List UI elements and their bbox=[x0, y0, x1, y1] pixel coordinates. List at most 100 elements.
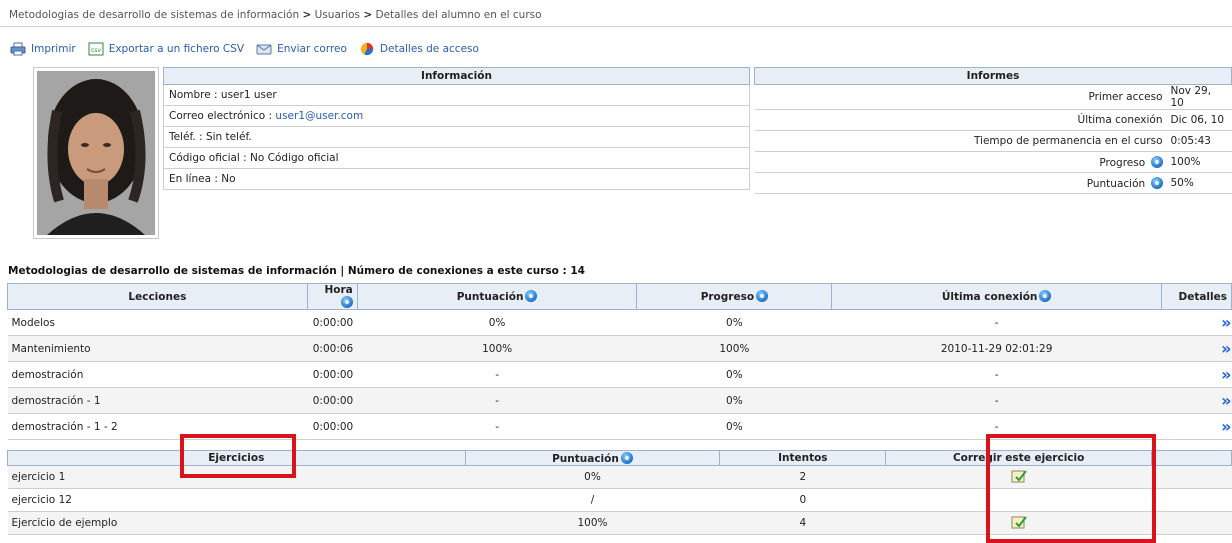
print-button[interactable]: Imprimir bbox=[10, 42, 76, 56]
printer-icon bbox=[10, 42, 26, 56]
report-label: Última conexión bbox=[754, 109, 1167, 131]
exercise-score: / bbox=[465, 488, 720, 512]
lesson-time: 0:00:06 bbox=[307, 335, 358, 362]
report-label: Tiempo de permanencia en el curso bbox=[754, 130, 1167, 152]
col-header-attempts: Intentos bbox=[719, 450, 887, 466]
col-header-label: Puntuación bbox=[552, 452, 619, 465]
info-official-code: Código oficial : No Código oficial bbox=[163, 147, 750, 169]
course-connections-title: Metodologias de desarrollo de sistemas d… bbox=[8, 265, 585, 277]
lesson-time: 0:00:00 bbox=[307, 309, 358, 336]
lesson-name: demostración bbox=[7, 361, 308, 388]
col-header-time: Hora bbox=[306, 283, 358, 310]
pie-chart-icon bbox=[360, 42, 374, 56]
empty-cell bbox=[1151, 511, 1232, 535]
table-row: demostración - 1 0:00:00 - 0% - » bbox=[7, 387, 1232, 414]
lesson-score: 0% bbox=[357, 309, 637, 336]
table-row: Modelos 0:00:00 0% 0% - » bbox=[7, 309, 1232, 336]
lesson-progress: 0% bbox=[636, 361, 832, 388]
exercise-score: 0% bbox=[465, 465, 720, 489]
lessons-table: Lecciones Hora Puntuación Progreso Últim… bbox=[7, 283, 1232, 440]
chevron-double-right-icon[interactable]: » bbox=[1221, 417, 1232, 436]
reports-table: Informes Primer acceso Nov 29, 10 Última… bbox=[754, 67, 1232, 194]
chevron-double-right-icon[interactable]: » bbox=[1221, 365, 1232, 384]
col-header-label: Hora bbox=[324, 284, 353, 296]
info-icon[interactable] bbox=[340, 296, 353, 308]
lesson-details-button[interactable]: » bbox=[1161, 309, 1232, 336]
info-icon[interactable] bbox=[525, 290, 538, 302]
info-icon[interactable] bbox=[620, 451, 633, 464]
exercise-attempts: 0 bbox=[719, 488, 886, 512]
col-header-label: Última conexión bbox=[941, 291, 1038, 303]
info-email-link[interactable]: user1@user.com bbox=[275, 110, 363, 122]
info-icon[interactable] bbox=[1150, 176, 1163, 189]
export-csv-label[interactable]: Exportar a un fichero CSV bbox=[109, 43, 244, 55]
report-label: Puntuación bbox=[1086, 177, 1146, 190]
empty-cell bbox=[1151, 465, 1232, 489]
lesson-name: Modelos bbox=[7, 309, 308, 336]
empty-cell bbox=[1151, 488, 1232, 512]
csv-icon: csv bbox=[88, 42, 104, 56]
divider bbox=[0, 26, 1232, 27]
breadcrumb-separator: > bbox=[363, 9, 373, 21]
lesson-last-connection: 2010-11-29 02:01:29 bbox=[831, 335, 1162, 362]
highlight-box-correct bbox=[986, 434, 1156, 543]
exercise-name: Ejercicio de ejemplo bbox=[7, 511, 466, 535]
breadcrumb-separator: > bbox=[302, 9, 312, 21]
chevron-double-right-icon[interactable]: » bbox=[1221, 339, 1232, 358]
send-email-button[interactable]: Enviar correo bbox=[256, 42, 347, 56]
breadcrumb: Metodologias de desarrollo de sistemas d… bbox=[9, 9, 542, 21]
export-csv-button[interactable]: csv Exportar a un fichero CSV bbox=[88, 42, 244, 56]
lesson-last-connection: - bbox=[831, 309, 1162, 336]
report-label: Progreso bbox=[1099, 156, 1146, 169]
report-label: Primer acceso bbox=[754, 84, 1167, 110]
report-score-cell: Puntuación bbox=[754, 172, 1167, 194]
lesson-time: 0:00:00 bbox=[307, 413, 358, 440]
table-row: demostración 0:00:00 - 0% - » bbox=[7, 361, 1232, 388]
col-header-ex-score: Puntuación bbox=[464, 450, 721, 466]
lesson-details-button[interactable]: » bbox=[1161, 387, 1232, 414]
info-phone: Teléf. : Sin teléf. bbox=[163, 126, 750, 148]
access-details-label[interactable]: Detalles de acceso bbox=[380, 43, 479, 55]
toolbar: Imprimir csv Exportar a un fichero CSV E… bbox=[10, 40, 485, 58]
lesson-name: demostración - 1 bbox=[7, 387, 308, 414]
info-icon[interactable] bbox=[1039, 290, 1052, 302]
report-value: 100% bbox=[1166, 151, 1232, 173]
col-header-details: Detalles bbox=[1160, 283, 1232, 310]
chevron-double-right-icon[interactable]: » bbox=[1221, 391, 1232, 410]
col-header-label: Puntuación bbox=[456, 291, 524, 303]
send-email-label[interactable]: Enviar correo bbox=[277, 43, 347, 55]
info-icon[interactable] bbox=[756, 290, 769, 302]
avatar bbox=[37, 71, 155, 235]
report-value: 50% bbox=[1166, 172, 1232, 194]
breadcrumb-course[interactable]: Metodologias de desarrollo de sistemas d… bbox=[9, 9, 299, 21]
breadcrumb-users[interactable]: Usuarios bbox=[315, 9, 360, 21]
lesson-score: - bbox=[357, 413, 637, 440]
info-online: En línea : No bbox=[163, 168, 750, 190]
access-details-button[interactable]: Detalles de acceso bbox=[359, 42, 479, 56]
info-icon[interactable] bbox=[1150, 155, 1163, 168]
lesson-details-button[interactable]: » bbox=[1161, 335, 1232, 362]
lesson-details-button[interactable]: » bbox=[1161, 361, 1232, 388]
info-email-row: Correo electrónico : user1@user.com bbox=[163, 105, 750, 127]
lesson-progress: 0% bbox=[636, 387, 832, 414]
exercise-attempts: 2 bbox=[719, 465, 886, 489]
lesson-last-connection: - bbox=[831, 361, 1162, 388]
col-header-label: Progreso bbox=[700, 291, 755, 303]
email-icon bbox=[256, 44, 272, 55]
student-photo bbox=[33, 67, 159, 239]
exercise-attempts: 4 bbox=[719, 511, 886, 535]
lesson-score: - bbox=[357, 361, 637, 388]
reports-header: Informes bbox=[754, 67, 1232, 85]
col-header-score: Puntuación bbox=[356, 283, 638, 310]
report-value: 0:05:43 bbox=[1166, 130, 1232, 152]
lesson-details-button[interactable]: » bbox=[1161, 413, 1232, 440]
lesson-time: 0:00:00 bbox=[307, 387, 358, 414]
report-value: Nov 29, 10 bbox=[1166, 84, 1232, 110]
chevron-double-right-icon[interactable]: » bbox=[1221, 313, 1232, 332]
print-label[interactable]: Imprimir bbox=[31, 43, 76, 55]
info-header: Información bbox=[163, 67, 750, 85]
col-header-last-connection: Última conexión bbox=[831, 283, 1162, 310]
info-name: Nombre : user1 user bbox=[163, 84, 750, 106]
exercise-score: 100% bbox=[465, 511, 720, 535]
col-header-empty bbox=[1151, 450, 1232, 466]
